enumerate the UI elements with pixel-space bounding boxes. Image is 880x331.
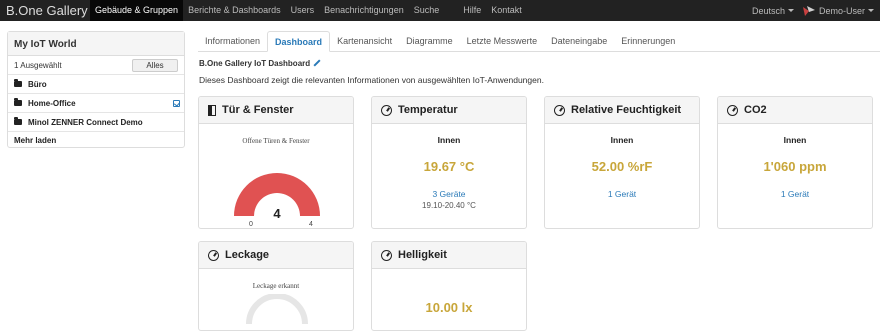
tab-bar: Informationen Dashboard Kartenansicht Di… (198, 31, 880, 52)
user-name: Demo-User (818, 5, 865, 16)
folder-icon (14, 98, 22, 106)
tab-map-view[interactable]: Kartenansicht (330, 31, 399, 52)
card-header: Helligkeit (372, 242, 526, 269)
folder-icon (14, 79, 22, 87)
nav-reports-dashboards[interactable]: Berichte & Dashboards (183, 0, 286, 21)
checked-icon[interactable] (173, 99, 180, 107)
card-subtitle: Innen (783, 135, 807, 145)
devices-link[interactable]: 1 Gerät (718, 189, 872, 199)
gauge-min: 0 (249, 221, 253, 227)
card-header: Relative Feuchtigkeit (545, 97, 699, 124)
gauge-track (246, 294, 308, 324)
devices-link[interactable]: 1 Gerät (545, 189, 699, 199)
card-title: CO2 (744, 104, 767, 116)
card-title: Relative Feuchtigkeit (571, 104, 682, 116)
gauge-label: Leckage erkannt (252, 282, 300, 290)
tab-dashboard[interactable]: Dashboard (267, 31, 331, 52)
language-dropdown[interactable]: Deutsch (746, 6, 800, 16)
dashboard-description: Dieses Dashboard zeigt die relevanten In… (199, 75, 544, 85)
gauge-icon (554, 104, 565, 116)
card-title: Helligkeit (398, 249, 447, 261)
value-range: 19.10-20.40 °C (422, 201, 476, 210)
sidebar-panel: My IoT World 1 Ausgewählt Alles Büro Hom… (7, 31, 185, 148)
tab-reminders[interactable]: Erinnerungen (614, 31, 682, 52)
language-label: Deutsch (751, 5, 785, 16)
card-doors-windows: Tür & Fenster Offene Türen & Fenster 4 0… (198, 96, 354, 229)
bird-logo-icon (802, 5, 815, 16)
leakage-gauge (246, 294, 308, 324)
chevron-down-icon (787, 9, 794, 12)
gauge-icon (381, 249, 392, 261)
select-all-button[interactable]: Alles (132, 58, 178, 72)
nav-help[interactable]: Hilfe (458, 0, 486, 21)
folder-icon (14, 117, 22, 125)
edit-pencil-icon[interactable] (314, 60, 321, 67)
sidebar-item-home-office[interactable]: Home-Office (8, 94, 184, 113)
gauge-max: 4 (309, 221, 313, 227)
selected-count: 1 Ausgewählt (14, 60, 62, 70)
gauge-icon (727, 104, 738, 116)
selection-row: 1 Ausgewählt Alles (8, 56, 184, 75)
tab-latest-readings[interactable]: Letzte Messwerte (460, 31, 545, 52)
top-navbar: B.One Gallery Gebäude & Gruppen Berichte… (0, 0, 880, 21)
dashboard-title: B.One Gallery IoT Dashboard (199, 59, 321, 68)
card-value: 19.67 °C (423, 159, 475, 174)
gauge-value: 4 (273, 206, 281, 221)
chevron-down-icon (868, 9, 874, 12)
brand-logo[interactable]: B.One Gallery (0, 3, 90, 18)
card-title: Temperatur (398, 104, 458, 116)
nav-buildings-groups[interactable]: Gebäude & Gruppen (90, 0, 184, 21)
card-title: Leckage (225, 249, 270, 261)
nav-users[interactable]: Users (286, 0, 320, 21)
card-co2: CO2 Innen 1'060 ppm 1 Gerät (717, 96, 873, 229)
sidebar-item-label: Büro (28, 79, 47, 89)
card-brightness: Helligkeit 10.00 lx (371, 241, 527, 331)
gauge-label: Offene Türen & Fenster (242, 137, 310, 145)
card-humidity: Relative Feuchtigkeit Innen 52.00 %rF 1 … (544, 96, 700, 229)
gauge-icon (208, 249, 219, 261)
tab-diagrams[interactable]: Diagramme (399, 31, 460, 52)
card-header: Tür & Fenster (199, 97, 353, 124)
user-menu[interactable]: Demo-User (800, 5, 880, 17)
open-doors-gauge: 4 0 4 (234, 173, 320, 227)
card-subtitle: Innen (610, 135, 634, 145)
card-leakage: Leckage Leckage erkannt (198, 241, 354, 331)
card-header: CO2 (718, 97, 872, 124)
gauge-icon (381, 104, 392, 116)
card-subtitle: Innen (437, 135, 461, 145)
load-more-link[interactable]: Mehr laden (8, 132, 184, 149)
card-header: Temperatur (372, 97, 526, 124)
card-header: Leckage (199, 242, 353, 269)
card-temperature: Temperatur Innen 19.67 °C 3 Geräte 19.10… (371, 96, 527, 229)
nav-search[interactable]: Suche (409, 0, 445, 21)
sidebar-item-buero[interactable]: Büro (8, 75, 184, 94)
card-value: 10.00 lx (425, 300, 473, 315)
tab-information[interactable]: Informationen (198, 31, 267, 52)
sidebar-title: My IoT World (8, 32, 184, 56)
card-title: Tür & Fenster (222, 104, 294, 116)
sidebar-item-label: Home-Office (28, 98, 76, 108)
devices-link[interactable]: 3 Geräte (372, 189, 526, 199)
card-value: 52.00 %rF (591, 159, 653, 174)
nav-contact[interactable]: Kontakt (486, 0, 527, 21)
dashboard-title-text: B.One Gallery IoT Dashboard (199, 59, 311, 68)
tab-data-entry[interactable]: Dateneingabe (544, 31, 614, 52)
sidebar-item-label: Minol ZENNER Connect Demo (28, 117, 143, 127)
nav-notifications[interactable]: Benachrichtigungen (319, 0, 409, 21)
door-icon (208, 104, 216, 116)
sidebar-item-minol-zenner[interactable]: Minol ZENNER Connect Demo (8, 113, 184, 132)
card-value: 1'060 ppm (763, 159, 827, 174)
